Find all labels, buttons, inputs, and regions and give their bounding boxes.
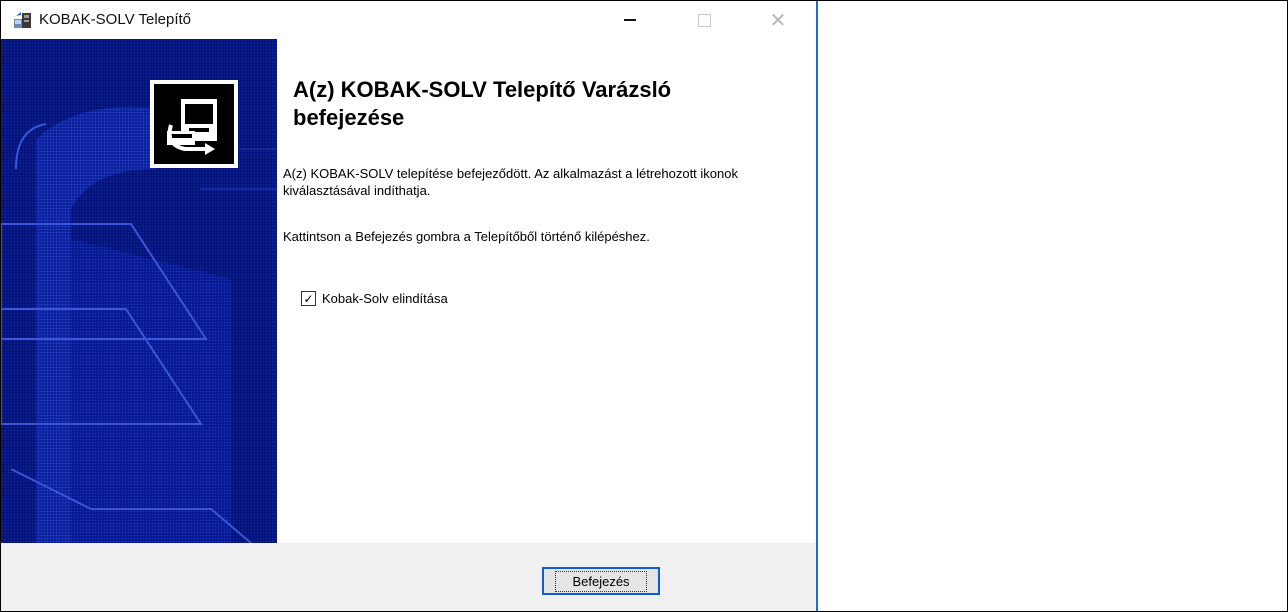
installer-app-icon: [13, 10, 33, 30]
title-bar[interactable]: KOBAK-SOLV Telepítő ✕: [1, 1, 816, 39]
wizard-heading: A(z) KOBAK-SOLV Telepítő Varázsló befeje…: [293, 77, 672, 130]
launch-app-checkbox[interactable]: ✓: [301, 291, 316, 306]
checkmark-icon: ✓: [303, 291, 314, 306]
screen-frame: KOBAK-SOLV Telepítő ✕ A(z) KOBAK-SOLV Te…: [0, 0, 1288, 612]
maximize-icon: [697, 13, 711, 27]
launch-app-label[interactable]: Kobak-Solv elindítása: [322, 291, 448, 306]
finish-button[interactable]: Befejezés: [542, 567, 660, 595]
wizard-footer: Befejezés: [1, 543, 816, 611]
window-title: KOBAK-SOLV Telepítő: [39, 11, 192, 28]
installer-window: KOBAK-SOLV Telepítő ✕ A(z) KOBAK-SOLV Te…: [1, 1, 818, 611]
minimize-icon: [624, 19, 636, 21]
wizard-content: A(z) KOBAK-SOLV Telepítő Varázsló befeje…: [277, 39, 816, 543]
close-icon: ✕: [769, 8, 787, 32]
finish-button-label: Befejezés: [555, 570, 647, 592]
computer-install-icon: [154, 84, 234, 164]
completion-message: A(z) KOBAK-SOLV telepítése befejeződött.…: [283, 166, 738, 198]
installer-logo: [150, 80, 238, 168]
maximize-button[interactable]: [681, 1, 727, 39]
launch-app-checkbox-row[interactable]: ✓ Kobak-Solv elindítása: [301, 291, 448, 306]
exit-instruction: Kattintson a Befejezés gombra a Telepítő…: [283, 229, 650, 244]
close-button[interactable]: ✕: [755, 1, 801, 39]
wizard-side-panel: [1, 39, 277, 543]
minimize-button[interactable]: [607, 1, 653, 39]
